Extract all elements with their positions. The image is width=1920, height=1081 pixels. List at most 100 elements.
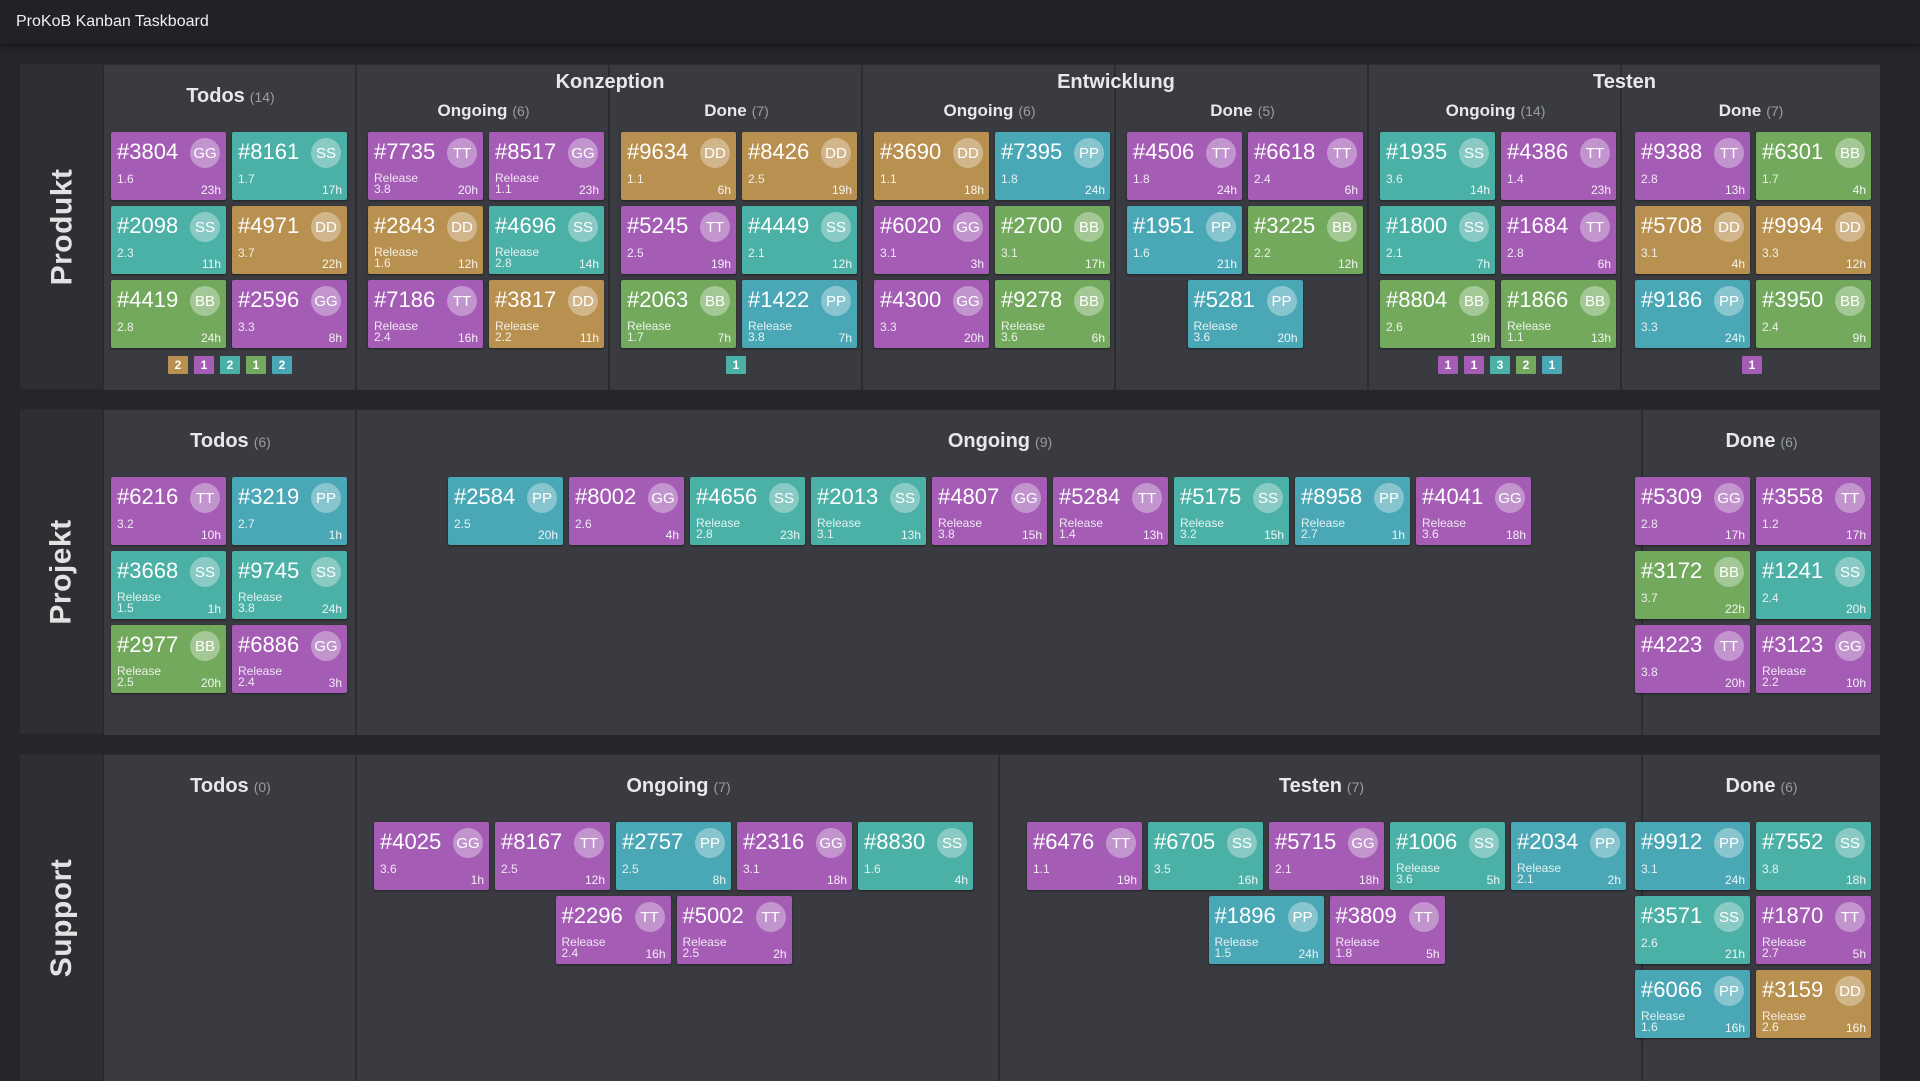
task-card[interactable]: #6705 SS 3.5 16h (1148, 822, 1263, 890)
assignee-avatar[interactable]: PP (1206, 212, 1236, 242)
overflow-count-chip[interactable]: 1 (726, 356, 746, 374)
task-card[interactable]: #2296 TT Release 2.4 16h (555, 896, 671, 964)
assignee-avatar[interactable]: TT (755, 902, 786, 932)
assignee-avatar[interactable]: TT (574, 828, 604, 858)
assignee-avatar[interactable]: GG (311, 631, 341, 661)
assignee-avatar[interactable]: DD (1714, 212, 1744, 242)
assignee-avatar[interactable]: TT (447, 286, 477, 316)
task-card[interactable]: #2034 PP Release 2.1 2h (1511, 822, 1626, 890)
task-card[interactable]: #4506 TT 1.8 24h (1127, 132, 1242, 200)
overflow-count-chip[interactable]: 3 (1490, 356, 1510, 374)
task-card[interactable]: #8002 GG 2.6 4h (569, 477, 684, 545)
assignee-avatar[interactable]: SS (769, 483, 799, 513)
task-card[interactable]: #6618 TT 2.4 6h (1248, 132, 1363, 200)
assignee-avatar[interactable]: PP (1374, 483, 1404, 513)
task-card[interactable]: #3172 BB 3.7 22h (1635, 551, 1750, 619)
task-card[interactable]: #7395 PP 1.8 24h (995, 132, 1110, 200)
task-card[interactable]: #5245 TT 2.5 19h (621, 206, 736, 274)
task-card[interactable]: #5281 PP Release 3.6 20h (1187, 280, 1303, 348)
task-card[interactable]: #4449 SS 2.1 12h (742, 206, 857, 274)
task-card[interactable]: #5002 TT Release 2.5 2h (676, 896, 792, 964)
task-card[interactable]: #8167 TT 2.5 12h (495, 822, 610, 890)
task-card[interactable]: #1870 TT Release 2.7 5h (1756, 896, 1871, 964)
task-card[interactable]: #4807 GG Release 3.8 15h (932, 477, 1047, 545)
assignee-avatar[interactable]: BB (1074, 212, 1104, 242)
task-card[interactable]: #5309 GG 2.8 17h (1635, 477, 1750, 545)
task-card[interactable]: #2098 SS 2.3 11h (111, 206, 226, 274)
assignee-avatar[interactable]: DD (953, 138, 983, 168)
assignee-avatar[interactable]: SS (311, 138, 341, 168)
assignee-avatar[interactable]: BB (1835, 138, 1865, 168)
assignee-avatar[interactable]: DD (700, 138, 730, 168)
assignee-avatar[interactable]: SS (1469, 828, 1499, 858)
task-card[interactable]: #7735 TT Release 3.8 20h (368, 132, 483, 200)
assignee-avatar[interactable]: BB (190, 286, 220, 316)
task-card[interactable]: #4419 BB 2.8 24h (111, 280, 226, 348)
assignee-avatar[interactable]: GG (1348, 828, 1378, 858)
assignee-avatar[interactable]: TT (1132, 483, 1162, 513)
assignee-avatar[interactable]: TT (1327, 138, 1357, 168)
task-card[interactable]: #7552 SS 3.8 18h (1756, 822, 1871, 890)
assignee-avatar[interactable]: TT (1580, 138, 1610, 168)
task-card[interactable]: #2700 BB 3.1 17h (995, 206, 1110, 274)
assignee-avatar[interactable]: TT (634, 902, 665, 932)
task-card[interactable]: #8830 SS 1.6 4h (858, 822, 973, 890)
task-card[interactable]: #7186 TT Release 2.4 16h (368, 280, 483, 348)
task-card[interactable]: #8161 SS 1.7 17h (232, 132, 347, 200)
task-card[interactable]: #2596 GG 3.3 8h (232, 280, 347, 348)
assignee-avatar[interactable]: GG (568, 138, 598, 168)
task-card[interactable]: #3123 GG Release 2.2 10h (1756, 625, 1871, 693)
assignee-avatar[interactable]: TT (1714, 631, 1744, 661)
assignee-avatar[interactable]: SS (568, 212, 598, 242)
assignee-avatar[interactable]: DD (568, 286, 598, 316)
task-card[interactable]: #8804 BB 2.6 19h (1380, 280, 1495, 348)
task-card[interactable]: #5715 GG 2.1 18h (1269, 822, 1384, 890)
task-card[interactable]: #6476 TT 1.1 19h (1027, 822, 1142, 890)
assignee-avatar[interactable]: TT (447, 138, 477, 168)
task-card[interactable]: #2584 PP 2.5 20h (448, 477, 563, 545)
task-card[interactable]: #2977 BB Release 2.5 20h (111, 625, 226, 693)
task-card[interactable]: #1241 SS 2.4 20h (1756, 551, 1871, 619)
overflow-count-chip[interactable]: 2 (272, 356, 292, 374)
task-card[interactable]: #1800 SS 2.1 7h (1380, 206, 1495, 274)
task-card[interactable]: #4696 SS Release 2.8 14h (489, 206, 604, 274)
assignee-avatar[interactable]: BB (1835, 286, 1865, 316)
task-card[interactable]: #3571 SS 2.6 21h (1635, 896, 1750, 964)
task-card[interactable]: #3159 DD Release 2.6 16h (1756, 970, 1871, 1038)
task-card[interactable]: #6216 TT 3.2 10h (111, 477, 226, 545)
task-card[interactable]: #9994 DD 3.3 12h (1756, 206, 1871, 274)
overflow-count-chip[interactable]: 1 (1542, 356, 1562, 374)
assignee-avatar[interactable]: BB (1714, 557, 1744, 587)
task-card[interactable]: #9186 PP 3.3 24h (1635, 280, 1750, 348)
task-card[interactable]: #5708 DD 3.1 4h (1635, 206, 1750, 274)
assignee-avatar[interactable]: BB (700, 286, 730, 316)
task-card[interactable]: #6020 GG 3.1 3h (874, 206, 989, 274)
task-card[interactable]: #2843 DD Release 1.6 12h (368, 206, 483, 274)
task-card[interactable]: #1006 SS Release 3.6 5h (1390, 822, 1505, 890)
assignee-avatar[interactable]: DD (821, 138, 851, 168)
assignee-avatar[interactable]: TT (1580, 212, 1610, 242)
assignee-avatar[interactable]: SS (190, 212, 220, 242)
task-card[interactable]: #4386 TT 1.4 23h (1501, 132, 1616, 200)
task-card[interactable]: #8426 DD 2.5 19h (742, 132, 857, 200)
task-card[interactable]: #8517 GG Release 1.1 23h (489, 132, 604, 200)
assignee-avatar[interactable]: DD (311, 212, 341, 242)
assignee-avatar[interactable]: GG (648, 483, 678, 513)
assignee-avatar[interactable]: SS (1835, 557, 1865, 587)
overflow-count-chip[interactable]: 2 (220, 356, 240, 374)
assignee-avatar[interactable]: GG (190, 138, 220, 168)
overflow-count-chip[interactable]: 1 (1742, 356, 1762, 374)
assignee-avatar[interactable]: SS (1459, 138, 1489, 168)
assignee-avatar[interactable]: PP (1714, 828, 1744, 858)
assignee-avatar[interactable]: PP (527, 483, 557, 513)
task-card[interactable]: #3950 BB 2.4 9h (1756, 280, 1871, 348)
task-card[interactable]: #9388 TT 2.8 13h (1635, 132, 1750, 200)
assignee-avatar[interactable]: TT (190, 483, 220, 513)
assignee-avatar[interactable]: DD (1835, 212, 1865, 242)
overflow-count-chip[interactable]: 1 (246, 356, 266, 374)
assignee-avatar[interactable]: BB (1580, 286, 1610, 316)
task-card[interactable]: #9634 DD 1.1 6h (621, 132, 736, 200)
task-card[interactable]: #1684 TT 2.8 6h (1501, 206, 1616, 274)
assignee-avatar[interactable]: SS (190, 557, 220, 587)
task-card[interactable]: #1866 BB Release 1.1 13h (1501, 280, 1616, 348)
